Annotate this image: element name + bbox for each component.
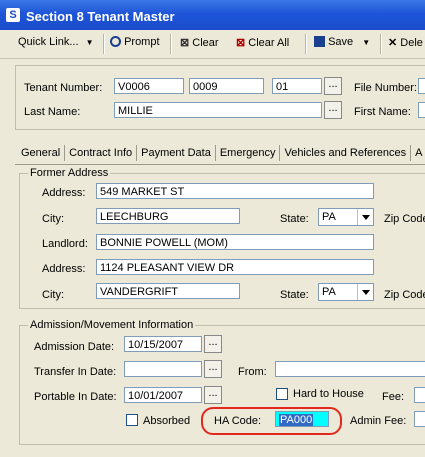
state-value: PA bbox=[322, 211, 336, 223]
clear-all-label: Clear All bbox=[248, 37, 290, 49]
clear-all-button[interactable]: ⊠ Clear All bbox=[236, 36, 289, 49]
landlord-field[interactable]: BONNIE POWELL (MOM) bbox=[96, 234, 374, 250]
last-name-label: Last Name: bbox=[24, 106, 81, 118]
title-bar: S Section 8 Tenant Master bbox=[0, 0, 425, 30]
tab-strip: General Contract Info Payment Data Emergenc… bbox=[17, 145, 425, 165]
clear-label: Clear bbox=[192, 37, 219, 49]
delete-label: Dele bbox=[400, 37, 423, 49]
toolbar-separator bbox=[305, 34, 307, 54]
portable-in-date-label: Portable In Date: bbox=[34, 391, 117, 403]
admin-fee-label: Admin Fee: bbox=[350, 415, 407, 427]
chevron-down-icon: ▼ bbox=[362, 38, 371, 47]
prompt-button[interactable]: Prompt bbox=[110, 36, 160, 48]
ha-code-label: HA Code: bbox=[214, 415, 262, 427]
chevron-down-icon[interactable] bbox=[357, 209, 373, 225]
magnifier-icon bbox=[110, 36, 121, 47]
ha-code-value: PA000 bbox=[279, 414, 314, 426]
quick-link-button[interactable]: Quick Link... ▼ bbox=[18, 36, 94, 48]
admin-fee-field[interactable] bbox=[414, 411, 425, 427]
fee-field[interactable] bbox=[414, 387, 425, 403]
clear-all-icon: ⊠ bbox=[236, 37, 246, 49]
prompt-label: Prompt bbox=[124, 36, 160, 48]
floppy-disk-icon bbox=[314, 36, 325, 47]
former-address-title: Former Address bbox=[28, 167, 111, 179]
tab-emergency[interactable]: Emergency bbox=[216, 145, 281, 161]
file-number-field[interactable] bbox=[418, 78, 425, 94]
landlord-city-label: City: bbox=[42, 289, 64, 301]
tab-payment-data[interactable]: Payment Data bbox=[137, 145, 216, 161]
absorbed-label: Absorbed bbox=[143, 415, 191, 427]
transfer-in-date-field[interactable] bbox=[124, 361, 202, 377]
transfer-in-date-picker-button[interactable]: ... bbox=[204, 360, 222, 378]
hard-to-house-checkbox[interactable] bbox=[276, 388, 288, 400]
last-name-field[interactable]: MILLIE bbox=[114, 102, 322, 118]
address-label: Address: bbox=[42, 187, 86, 199]
save-button[interactable]: Save ▼ bbox=[314, 36, 370, 48]
toolbar: Quick Link... ▼ Prompt ⊠ Clear ⊠ Clear A… bbox=[0, 30, 425, 59]
eraser-icon: ⊠ bbox=[180, 37, 190, 49]
file-number-label: File Number: bbox=[354, 82, 417, 94]
window-title: Section 8 Tenant Master bbox=[26, 9, 175, 24]
first-name-label: First Name: bbox=[354, 106, 411, 118]
landlord-state-value: PA bbox=[322, 286, 336, 298]
state-label: State: bbox=[280, 213, 309, 225]
app-icon: S bbox=[6, 8, 20, 22]
first-name-field[interactable] bbox=[418, 102, 425, 118]
from-field[interactable] bbox=[275, 361, 425, 377]
chevron-down-icon: ▼ bbox=[85, 38, 94, 47]
delete-button[interactable]: ✕ Dele bbox=[388, 36, 423, 49]
admission-date-picker-button[interactable]: ... bbox=[204, 335, 222, 353]
close-icon: ✕ bbox=[388, 37, 398, 49]
admission-date-label: Admission Date: bbox=[34, 341, 115, 353]
clear-button[interactable]: ⊠ Clear bbox=[180, 36, 219, 49]
chevron-down-icon[interactable] bbox=[357, 284, 373, 300]
transfer-in-date-label: Transfer In Date: bbox=[34, 366, 117, 378]
city-field[interactable]: LEECHBURG bbox=[96, 208, 240, 224]
landlord-state-label: State: bbox=[280, 289, 309, 301]
toolbar-separator bbox=[380, 34, 382, 54]
tenant-number-field-2[interactable]: 0009 bbox=[189, 78, 264, 94]
tab-vehicles-and-references[interactable]: Vehicles and References bbox=[280, 145, 412, 161]
last-name-lookup-button[interactable]: ... bbox=[324, 101, 342, 119]
landlord-label: Landlord: bbox=[42, 238, 88, 250]
header-panel bbox=[15, 65, 425, 130]
ha-code-field[interactable]: PA000 bbox=[275, 411, 329, 427]
tenant-lookup-button[interactable]: ... bbox=[324, 77, 342, 95]
landlord-zip-code-label: Zip Code bbox=[384, 289, 425, 301]
admission-title: Admission/Movement Information bbox=[28, 319, 196, 331]
save-label: Save bbox=[328, 36, 354, 48]
portable-in-date-picker-button[interactable]: ... bbox=[204, 386, 222, 404]
tab-additional[interactable]: A bbox=[411, 145, 425, 161]
from-label: From: bbox=[238, 366, 267, 378]
landlord-address-label: Address: bbox=[42, 263, 86, 275]
tenant-number-label: Tenant Number: bbox=[24, 82, 103, 94]
zip-code-label: Zip Code bbox=[384, 213, 425, 225]
landlord-city-field[interactable]: VANDERGRIFT bbox=[96, 283, 240, 299]
absorbed-checkbox[interactable] bbox=[126, 414, 138, 426]
toolbar-separator bbox=[170, 34, 172, 54]
tab-general[interactable]: General bbox=[17, 145, 66, 161]
tenant-number-field-3[interactable]: 01 bbox=[272, 78, 322, 94]
toolbar-separator bbox=[103, 34, 105, 54]
state-select[interactable]: PA bbox=[318, 208, 374, 226]
admission-date-field[interactable]: 10/15/2007 bbox=[124, 336, 202, 352]
tab-contract-info[interactable]: Contract Info bbox=[65, 145, 138, 161]
city-label: City: bbox=[42, 213, 64, 225]
tab-divider bbox=[15, 164, 425, 165]
fee-label: Fee: bbox=[382, 391, 405, 403]
quick-link-label: Quick Link... bbox=[18, 36, 79, 48]
hard-to-house-label: Hard to House bbox=[293, 388, 364, 400]
tenant-number-field-1[interactable]: V0006 bbox=[114, 78, 184, 94]
landlord-state-select[interactable]: PA bbox=[318, 283, 374, 301]
address-field[interactable]: 549 MARKET ST bbox=[96, 183, 374, 199]
portable-in-date-field[interactable]: 10/01/2007 bbox=[124, 387, 202, 403]
landlord-address-field[interactable]: 1124 PLEASANT VIEW DR bbox=[96, 259, 374, 275]
